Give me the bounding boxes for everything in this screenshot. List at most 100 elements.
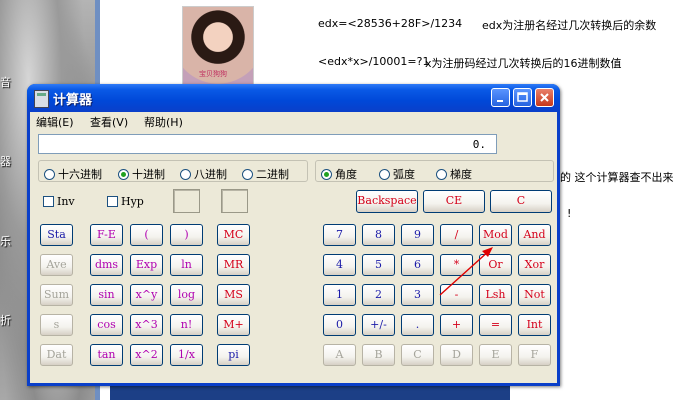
radio-binary[interactable]: 二进制	[242, 166, 289, 182]
calculator-body: 编辑(E) 查看(V) 帮助(H) 0. 十六进制 十进制 八进制 二进制 角度…	[30, 112, 557, 383]
calculator-icon	[34, 90, 49, 108]
maximize-button[interactable]	[513, 88, 532, 107]
minimize-button[interactable]	[491, 88, 510, 107]
menu-bar: 编辑(E) 查看(V) 帮助(H)	[30, 112, 557, 130]
clear-button[interactable]: C	[490, 190, 552, 213]
function-key-n-[interactable]: n!	[170, 314, 203, 336]
function-key-tan[interactable]: tan	[90, 344, 123, 366]
desktop-icon-label[interactable]: 折	[0, 312, 11, 328]
radio-dot	[180, 169, 191, 180]
radio-label: 角度	[335, 168, 357, 181]
function-key-dms[interactable]: dms	[90, 254, 123, 276]
menu-edit[interactable]: 编辑(E)	[36, 114, 74, 130]
keypad-key-8[interactable]: 8	[362, 224, 395, 246]
keypad-key-int[interactable]: Int	[518, 314, 551, 336]
keypad-key-b[interactable]: B	[362, 344, 395, 366]
keypad-key-0[interactable]: 0	[323, 314, 356, 336]
function-key-cos[interactable]: cos	[90, 314, 123, 336]
function-key-1-x[interactable]: 1/x	[170, 344, 203, 366]
keypad-key-c[interactable]: C	[401, 344, 434, 366]
function-key-exp[interactable]: Exp	[130, 254, 163, 276]
radio-decimal[interactable]: 十进制	[118, 166, 165, 182]
keypad-key-xor[interactable]: Xor	[518, 254, 551, 276]
keypad-key-4[interactable]: 4	[323, 254, 356, 276]
keypad-key-op-0-3[interactable]: /	[440, 224, 473, 246]
checkbox-label: Inv	[57, 195, 75, 208]
keypad-key-1[interactable]: 1	[323, 284, 356, 306]
function-key-f-e[interactable]: F-E	[90, 224, 123, 246]
keypad-key-f[interactable]: F	[518, 344, 551, 366]
menu-view[interactable]: 查看(V)	[90, 114, 128, 130]
function-key-ln[interactable]: ln	[170, 254, 203, 276]
radio-label: 弧度	[393, 168, 415, 181]
keypad-key-d[interactable]: D	[440, 344, 473, 366]
radio-octal[interactable]: 八进制	[180, 166, 227, 182]
keypad-key-a[interactable]: A	[323, 344, 356, 366]
function-key-ave[interactable]: Ave	[40, 254, 73, 276]
function-key-sin[interactable]: sin	[90, 284, 123, 306]
parenthesis-indicator	[173, 189, 200, 213]
checkbox-label: Hyp	[121, 195, 144, 208]
function-key-x-3[interactable]: x^3	[130, 314, 163, 336]
inv-checkbox[interactable]: Inv	[43, 195, 75, 208]
keypad-key-mod[interactable]: Mod	[479, 224, 512, 246]
keypad-key-lsh[interactable]: Lsh	[479, 284, 512, 306]
radio-dot	[242, 169, 253, 180]
function-key-x-2[interactable]: x^2	[130, 344, 163, 366]
keypad-key-e[interactable]: E	[479, 344, 512, 366]
keypad-key-9[interactable]: 9	[401, 224, 434, 246]
function-key-s[interactable]: s	[40, 314, 73, 336]
desktop-icon-label[interactable]: 乐	[0, 233, 11, 249]
menu-help[interactable]: 帮助(H)	[144, 114, 183, 130]
function-key-log[interactable]: log	[170, 284, 203, 306]
backspace-button[interactable]: Backspace	[356, 190, 418, 213]
clear-entry-button[interactable]: CE	[423, 190, 485, 213]
radio-label: 梯度	[450, 168, 472, 181]
keypad-key-not[interactable]: Not	[518, 284, 551, 306]
memory-recall-button[interactable]: MR	[217, 254, 250, 276]
formula-note-1: edx为注册名经过几次转换后的余数	[482, 19, 657, 32]
keypad-key-or[interactable]: Or	[479, 254, 512, 276]
function-key-sta[interactable]: Sta	[40, 224, 73, 246]
radio-label: 十六进制	[58, 168, 102, 181]
keypad-key-3[interactable]: 3	[401, 284, 434, 306]
radio-radians[interactable]: 弧度	[379, 166, 415, 182]
function-key-sum[interactable]: Sum	[40, 284, 73, 306]
radio-degrees[interactable]: 角度	[321, 166, 357, 182]
title-bar[interactable]: 计算器	[27, 84, 560, 112]
function-key--[interactable]: )	[170, 224, 203, 246]
desktop-icon-label[interactable]: 器	[0, 153, 11, 169]
calculator-window: 计算器 编辑(E) 查看(V) 帮助(H) 0. 十六进制 十进制 八进制 二进…	[27, 84, 560, 386]
keypad-key-and[interactable]: And	[518, 224, 551, 246]
desktop-icon-label[interactable]: 音	[0, 74, 11, 90]
pi-button[interactable]: pi	[217, 344, 250, 366]
radio-hex[interactable]: 十六进制	[44, 166, 102, 182]
close-button[interactable]	[535, 88, 554, 107]
keypad-key-6[interactable]: 6	[401, 254, 434, 276]
keypad-key-5[interactable]: 5	[362, 254, 395, 276]
memory-clear-button[interactable]: MC	[217, 224, 250, 246]
keypad-key-op-3-2[interactable]: .	[401, 314, 434, 336]
close-icon	[540, 93, 549, 102]
keypad-key-2[interactable]: 2	[362, 284, 395, 306]
function-key-dat[interactable]: Dat	[40, 344, 73, 366]
keypad-key-op-1-3[interactable]: *	[440, 254, 473, 276]
memory-indicator	[221, 189, 248, 213]
memory-add-button[interactable]: M+	[217, 314, 250, 336]
memory-store-button[interactable]: MS	[217, 284, 250, 306]
formula-line-2: <edx*x>/10001=?1	[318, 55, 430, 68]
formula-line-1: edx=<28536+28F>/1234	[318, 17, 463, 30]
keypad-key-op-3-3[interactable]: +	[440, 314, 473, 336]
radio-dot	[436, 169, 447, 180]
keypad-key-op-3-4[interactable]: =	[479, 314, 512, 336]
radio-dot	[44, 169, 55, 180]
keypad-key-op-2-3[interactable]: -	[440, 284, 473, 306]
keypad-key-7[interactable]: 7	[323, 224, 356, 246]
formula-note-2: x为注册码经过几次转换后的16进制数值	[425, 57, 622, 70]
hyp-checkbox[interactable]: Hyp	[107, 195, 144, 208]
radio-gradients[interactable]: 梯度	[436, 166, 472, 182]
keypad-key-op-3-1[interactable]: +/-	[362, 314, 395, 336]
function-key--[interactable]: (	[130, 224, 163, 246]
function-key-x-y[interactable]: x^y	[130, 284, 163, 306]
checkbox-box	[107, 196, 118, 207]
